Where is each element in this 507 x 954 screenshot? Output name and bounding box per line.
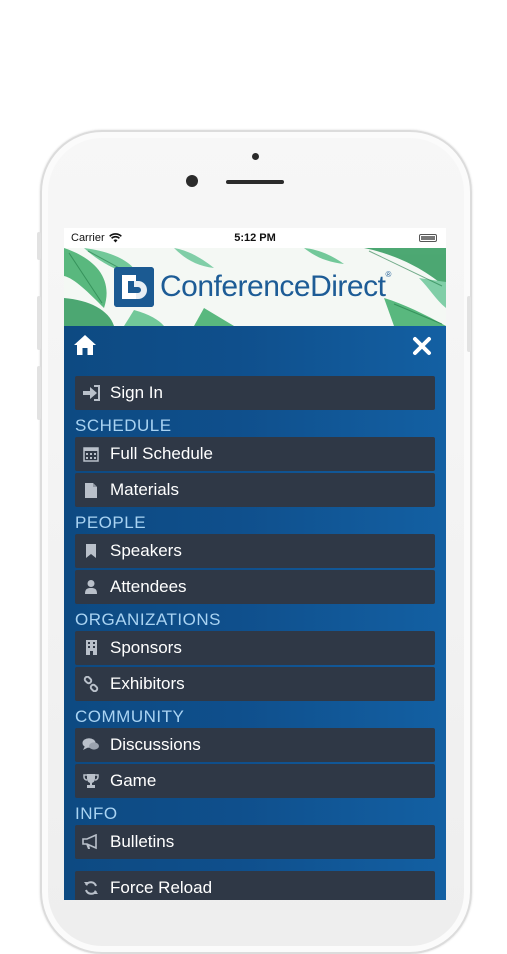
menu-item-label: Exhibitors bbox=[110, 674, 185, 693]
section-header-info: INFO bbox=[75, 803, 118, 823]
menu-item-game[interactable]: Game bbox=[75, 764, 435, 798]
menu-item-label: Sponsors bbox=[110, 637, 182, 657]
conferencedirect-logo-icon bbox=[114, 267, 154, 307]
menu-item-exhibitors[interactable]: Exhibitors bbox=[75, 667, 435, 701]
menu-item-speakers[interactable]: Speakers bbox=[75, 533, 435, 568]
volume-down-button bbox=[37, 366, 41, 420]
section-header-organizations: ORGANIZATIONS bbox=[75, 609, 221, 629]
section-header-community: COMMUNITY bbox=[75, 706, 185, 726]
menu-item-label: Sign In bbox=[110, 383, 163, 402]
menu-item-discussions[interactable]: Discussions bbox=[75, 727, 435, 762]
megaphone-icon bbox=[81, 832, 101, 852]
refresh-icon bbox=[81, 878, 101, 898]
calendar-icon bbox=[81, 444, 101, 464]
mute-switch bbox=[37, 232, 41, 260]
menu-item-sign-in[interactable]: Sign In bbox=[75, 376, 435, 410]
sign-in-icon bbox=[81, 383, 101, 403]
chat-bubbles-icon bbox=[81, 735, 101, 755]
user-icon bbox=[81, 577, 101, 597]
volume-up-button bbox=[37, 296, 41, 350]
menu-item-force-reload[interactable]: Force Reload bbox=[75, 870, 435, 900]
earpiece-speaker bbox=[226, 180, 284, 184]
phone-screen: Carrier 5:12 PM ConferenceDirect® Sign I… bbox=[64, 228, 446, 900]
registered-mark: ® bbox=[385, 270, 391, 279]
document-icon bbox=[81, 480, 101, 500]
close-menu-button[interactable] bbox=[412, 336, 434, 358]
menu-item-label: Speakers bbox=[110, 540, 182, 560]
menu-item-full-schedule[interactable]: Full Schedule bbox=[75, 436, 435, 471]
home-button[interactable] bbox=[73, 334, 99, 360]
building-icon bbox=[81, 638, 101, 658]
status-bar: Carrier 5:12 PM bbox=[64, 228, 446, 248]
close-icon bbox=[413, 337, 431, 355]
menu-item-label: Force Reload bbox=[110, 877, 213, 897]
menu-item-attendees[interactable]: Attendees bbox=[75, 570, 435, 604]
status-time: 5:12 PM bbox=[234, 232, 276, 244]
home-icon bbox=[74, 335, 96, 355]
section-header-schedule: SCHEDULE bbox=[75, 415, 172, 435]
brand-name: ConferenceDirect® bbox=[160, 270, 391, 304]
menu-item-sponsors[interactable]: Sponsors bbox=[75, 630, 435, 665]
side-menu: Sign In SCHEDULE Full Schedule Materials… bbox=[64, 326, 446, 900]
menu-item-label: Full Schedule bbox=[110, 443, 214, 463]
header-banner: ConferenceDirect® bbox=[64, 248, 446, 326]
menu-list: Sign In SCHEDULE Full Schedule Materials… bbox=[75, 376, 435, 900]
battery-icon bbox=[419, 234, 437, 242]
front-camera bbox=[186, 175, 198, 187]
menu-item-label: Materials bbox=[110, 480, 179, 499]
menu-item-label: Attendees bbox=[110, 577, 187, 596]
link-icon bbox=[81, 674, 101, 694]
menu-item-bulletins[interactable]: Bulletins bbox=[75, 824, 435, 859]
bookmark-icon bbox=[81, 541, 101, 561]
menu-item-label: Game bbox=[110, 771, 157, 790]
menu-item-materials[interactable]: Materials bbox=[75, 473, 435, 507]
menu-item-label: Discussions bbox=[110, 734, 201, 754]
trophy-icon bbox=[81, 771, 101, 791]
brand-logo: ConferenceDirect® bbox=[114, 267, 391, 307]
menu-item-label: Bulletins bbox=[110, 831, 175, 851]
proximity-sensor bbox=[252, 153, 259, 160]
brand-text: ConferenceDirect bbox=[160, 270, 386, 303]
menu-toolbar bbox=[64, 326, 446, 372]
power-button bbox=[467, 296, 471, 352]
section-header-people: PEOPLE bbox=[75, 512, 147, 532]
